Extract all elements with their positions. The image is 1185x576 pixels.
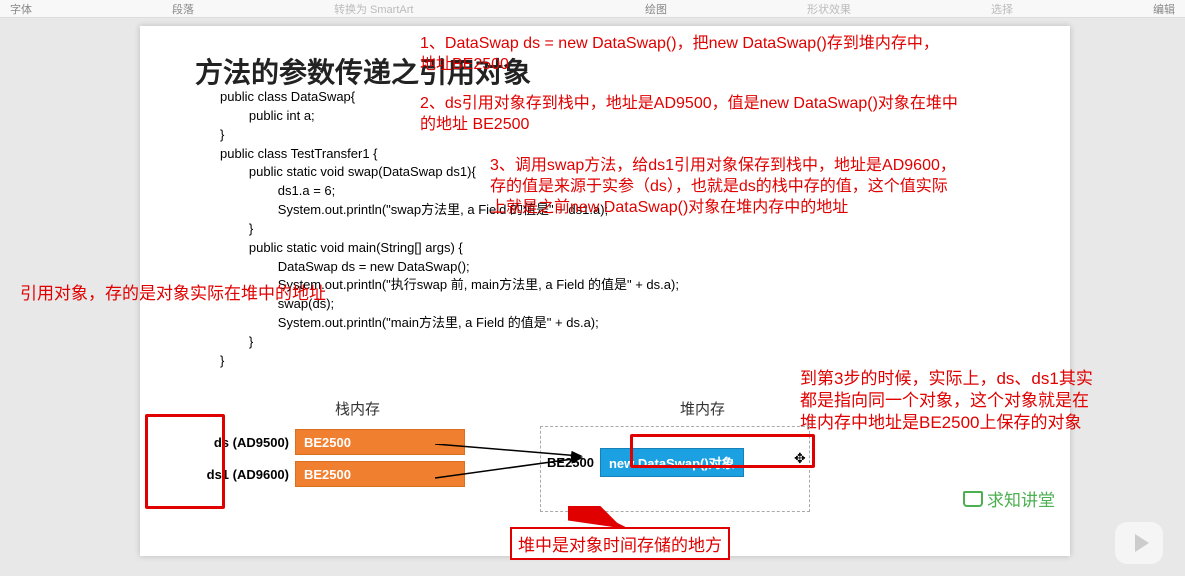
ribbon-group-edit: 编辑	[1153, 1, 1175, 17]
ribbon: 字体 段落 转换为 SmartArt 绘图 形状效果 选择 编辑	[0, 0, 1185, 18]
arrow-stack-to-heap-icon	[435, 444, 615, 504]
caption-box: 堆中是对象时间存储的地方	[510, 527, 730, 560]
heap-title: 堆内存	[680, 398, 725, 419]
annotation-3: 3、调用swap方法，给ds1引用对象保存到栈中，地址是AD9600，存的值是来…	[490, 156, 960, 218]
red-highlight-box	[145, 414, 225, 509]
stack-row: ds (AD9500) BE2500	[185, 428, 465, 456]
workspace: 方法的参数传递之引用对象 public class DataSwap{ publ…	[0, 18, 1185, 576]
play-icon	[1135, 534, 1149, 552]
stack-title: 栈内存	[335, 398, 380, 419]
ribbon-group-draw: 绘图	[645, 1, 667, 17]
stack-row: ds1 (AD9600) BE2500	[185, 460, 465, 488]
select-button[interactable]: 选择	[991, 1, 1013, 17]
annotation-1: 1、DataSwap ds = new DataSwap()，把new Data…	[420, 34, 940, 76]
annotation-left: 引用对象，存的是对象实际在堆中的地址	[20, 283, 350, 305]
book-icon	[963, 491, 983, 507]
red-highlight-box	[630, 434, 815, 468]
brand-text: 求知讲堂	[987, 486, 1055, 511]
move-cursor-icon: ✥	[794, 450, 806, 467]
convert-smartart-button[interactable]: 转换为 SmartArt	[334, 1, 413, 17]
slide: 方法的参数传递之引用对象 public class DataSwap{ publ…	[140, 26, 1070, 556]
shape-effects-button[interactable]: 形状效果	[807, 1, 851, 17]
ribbon-group-paragraph: 段落	[172, 1, 194, 17]
annotation-right: 到第3步的时候，实际上，ds、ds1其实都是指向同一个对象，这个对象就是在堆内存…	[800, 368, 1100, 434]
stack-rows: ds (AD9500) BE2500 ds1 (AD9600) BE2500	[185, 428, 465, 492]
ribbon-group-font: 字体	[10, 1, 32, 17]
annotation-2: 2、ds引用对象存到栈中，地址是AD9500，值是new DataSwap()对…	[420, 94, 970, 136]
brand-logo: 求知讲堂	[963, 486, 1055, 511]
